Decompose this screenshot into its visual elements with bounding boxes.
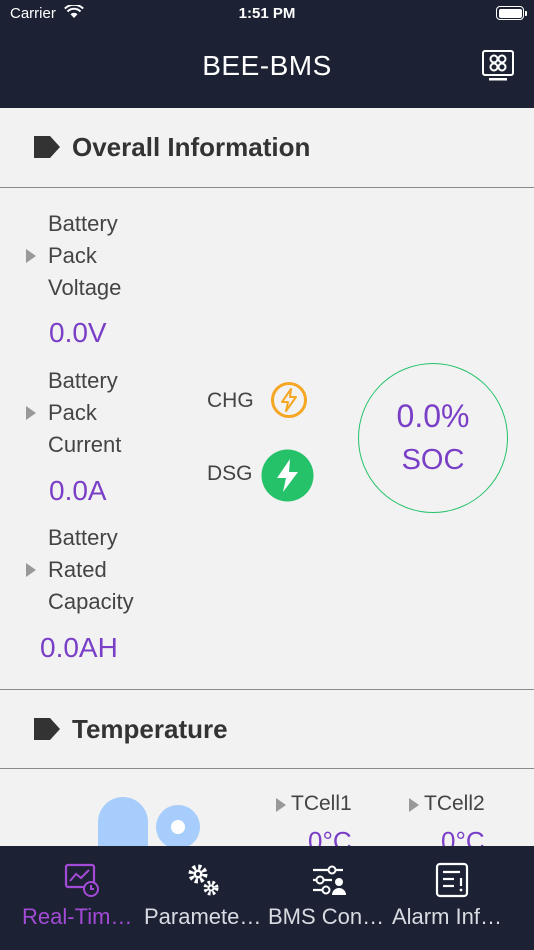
alarm-doc-icon — [435, 862, 469, 898]
section-tag-icon — [34, 718, 60, 740]
battery-icon — [496, 6, 527, 20]
tab-bms-control[interactable]: BMS Control — [266, 846, 390, 950]
tab-label: Parameter Settings — [144, 904, 266, 929]
tab-label: BMS Control — [268, 904, 390, 929]
capacity-expand-arrow-icon[interactable] — [26, 563, 36, 577]
tab-label: Alarm Information — [392, 904, 514, 929]
page-title: BEE-BMS — [202, 50, 332, 81]
voltage-label[interactable]: Battery Pack Voltage — [48, 208, 121, 304]
overall-information-header: Overall Information — [0, 108, 534, 188]
current-label[interactable]: Battery Pack Current — [48, 365, 121, 461]
tab-alarm-information[interactable]: Alarm Information — [390, 846, 514, 950]
realtime-monitor-icon — [64, 863, 99, 897]
soc-ring: 0.0% SOC — [358, 363, 508, 513]
capacity-value: 0.0AH — [40, 632, 118, 663]
tab-bar: Real-Time Data Parameter Settings BMS Co… — [0, 846, 534, 950]
navigation-bar: BEE-BMS — [0, 28, 534, 108]
voltage-value: 0.0V — [49, 317, 107, 348]
tab-real-time-data[interactable]: Real-Time Data — [20, 846, 144, 950]
section-tag-icon — [34, 136, 60, 158]
tab-label: Real-Time Data — [22, 904, 144, 929]
device-grid-icon[interactable] — [480, 48, 516, 84]
status-bar: Carrier 1:51 PM — [0, 0, 534, 28]
status-time: 1:51 PM — [238, 5, 296, 22]
tab-parameter-settings[interactable]: Parameter Settings — [142, 846, 266, 950]
charge-outline-icon — [271, 382, 307, 418]
tcell2-label[interactable]: TCell2 — [424, 792, 485, 816]
tcell2-expand-arrow-icon[interactable] — [409, 798, 419, 812]
dsg-label: DSG — [207, 462, 253, 485]
current-expand-arrow-icon[interactable] — [26, 406, 36, 420]
control-sliders-icon — [313, 865, 346, 895]
gears-icon — [188, 864, 219, 896]
discharge-filled-icon — [261, 449, 314, 502]
tcell1-label[interactable]: TCell1 — [291, 792, 352, 816]
soc-value: 0.0% — [396, 398, 470, 434]
section-title: Overall Information — [72, 132, 311, 162]
temperature-header: Temperature — [0, 689, 534, 769]
section-title: Temperature — [72, 714, 228, 744]
voltage-expand-arrow-icon[interactable] — [26, 249, 36, 263]
tcell1-expand-arrow-icon[interactable] — [276, 798, 286, 812]
soc-label: SOC — [401, 444, 465, 476]
current-value: 0.0A — [49, 475, 107, 506]
chg-label: CHG — [207, 389, 254, 412]
capacity-label[interactable]: Battery Rated Capacity — [48, 522, 134, 618]
